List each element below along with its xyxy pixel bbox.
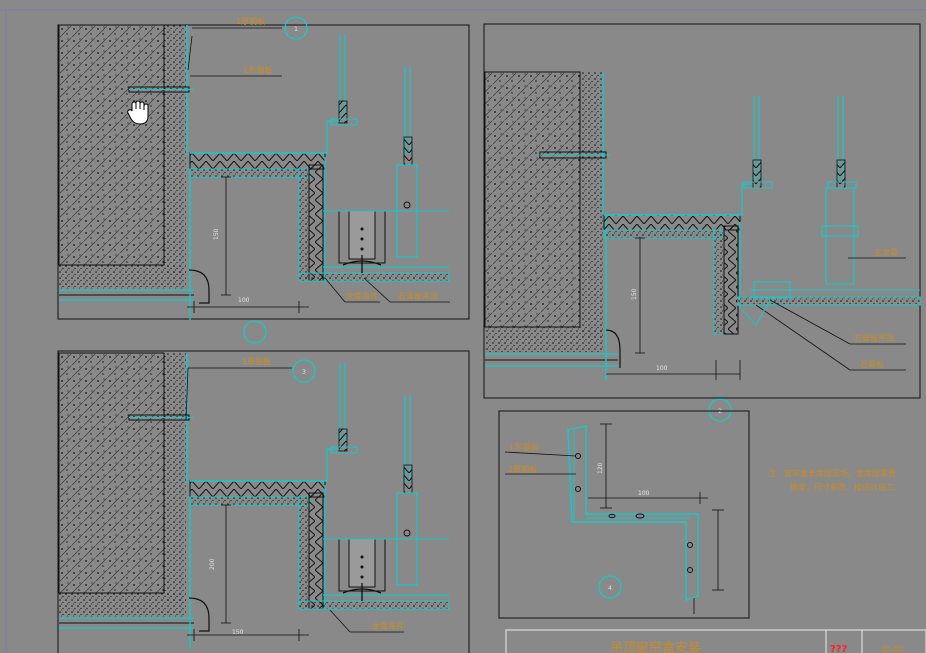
note-line-1: 注：窗帘盒长度按现场，宽度按需要 <box>768 468 896 478</box>
title-block-code: ??? <box>830 644 848 653</box>
circle-mark-label: 3 <box>302 369 306 376</box>
dimension-label: 150 <box>631 288 638 300</box>
callout-label: 3厚钢板 <box>508 464 537 474</box>
note-line-2: 确定，尺寸参数，按设计施工。 <box>790 482 902 492</box>
circle-mark <box>243 320 267 344</box>
title-block[interactable]: 吊顶窗帘盒安装 ??? JD-00 <box>505 629 926 653</box>
callout-label: 龙骨吊件 <box>372 621 404 631</box>
detail-3[interactable]: 3 1厚钢板 龙骨吊件 200 150 <box>57 350 470 653</box>
l-bracket <box>567 425 699 601</box>
circle-mark-label: 1 <box>294 26 298 33</box>
callout-label: L形钢板 <box>510 442 538 452</box>
callout-label: L形钢板 <box>244 65 272 75</box>
detail-2[interactable]: 主龙骨 石膏板吊顶 石膏板 150 100 2 <box>483 23 921 422</box>
dimension-label: 100 <box>638 490 650 497</box>
dimension-label: 120 <box>597 462 604 474</box>
callout-label: 龙骨吊件 <box>346 291 378 301</box>
callout-label: 1厚钢板 <box>242 356 271 366</box>
callout-label: 石膏板吊顶 <box>398 291 438 301</box>
cad-drawing[interactable]: 1 1厚钢板 L形钢板 龙骨吊件 石膏板吊顶 150 100 3 1厚钢板 龙骨… <box>0 0 926 653</box>
circle-mark-label: 4 <box>608 585 612 592</box>
title-block-sheet: JD-00 <box>881 645 904 653</box>
callout-label: 1厚钢板 <box>236 16 265 26</box>
cad-canvas[interactable]: 1 1厚钢板 L形钢板 龙骨吊件 石膏板吊顶 150 100 3 1厚钢板 龙骨… <box>0 0 926 653</box>
callout-label: 主龙骨 <box>874 247 898 257</box>
dimension-label: 100 <box>656 365 668 372</box>
callout-label: 石膏板吊顶 <box>854 333 894 343</box>
dimension-label: 150 <box>213 228 220 240</box>
detail-4[interactable]: 120 100 L形钢板 3厚钢板 4 <box>498 410 750 619</box>
title-block-title: 吊顶窗帘盒安装 <box>610 640 701 653</box>
dimension-label: 150 <box>232 629 244 636</box>
dimension-label: 100 <box>238 297 250 304</box>
callout-label: 石膏板 <box>860 359 884 369</box>
dimension-label: 200 <box>209 558 216 570</box>
detail-1[interactable]: 1 1厚钢板 L形钢板 龙骨吊件 石膏板吊顶 150 100 <box>57 16 470 344</box>
